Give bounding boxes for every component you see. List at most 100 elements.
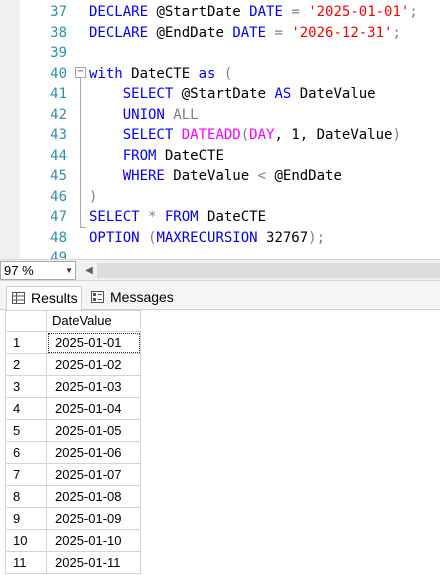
horizontal-scrollbar[interactable] (97, 263, 440, 278)
collapse-toggle-icon[interactable]: − (75, 67, 86, 78)
table-cell[interactable]: 2025-01-08 (47, 486, 141, 508)
arguments: , 1, DateValue (274, 127, 393, 143)
row-number[interactable]: 1 (5, 332, 47, 354)
row-number[interactable]: 3 (5, 376, 47, 398)
table-cell[interactable]: 2025-01-07 (47, 464, 141, 486)
code-line-38: DECLARE @EndDate DATE = '2026-12-31'; (89, 23, 401, 44)
table-row[interactable]: 9 2025-01-09 (5, 508, 141, 530)
table-cell[interactable]: 2025-01-01 (47, 332, 141, 354)
table-row[interactable]: 4 2025-01-04 (5, 398, 141, 420)
table-row[interactable]: 3 2025-01-03 (5, 376, 141, 398)
terminator: ; (316, 229, 326, 246)
table-row[interactable]: 1 2025-01-01 (5, 332, 141, 354)
string-literal: '2025-01-01' (308, 4, 410, 20)
table-row[interactable]: 6 2025-01-06 (5, 442, 141, 464)
datepart: DAY (249, 127, 275, 143)
row-number[interactable]: 2 (5, 354, 47, 376)
table-cell[interactable]: 2025-01-02 (47, 354, 141, 376)
results-tabbar: Results Messages (0, 281, 440, 310)
results-grid[interactable]: DateValue 1 2025-01-01 2 2025-01-02 3 2025-01… (0, 310, 440, 575)
table-row[interactable]: 10 2025-01-10 (5, 530, 141, 552)
messages-icon (91, 291, 104, 303)
table-cell[interactable]: 2025-01-06 (47, 442, 141, 464)
cte-name: DateCTE (122, 65, 199, 82)
fold-guide-end (80, 227, 86, 228)
keyword: UNION (122, 106, 165, 123)
code-line-41: SELECT @StartDate AS DateValue (89, 84, 376, 105)
keyword: DECLARE (89, 4, 149, 20)
line-number: 39 (50, 45, 67, 61)
table-cell[interactable]: 2025-01-09 (47, 508, 141, 530)
grid-corner[interactable] (5, 310, 47, 332)
keyword: SELECT (89, 209, 140, 225)
row-number[interactable]: 5 (5, 420, 47, 442)
keyword: DATE (232, 24, 267, 41)
zoom-dropdown[interactable]: 97 % ▼ (0, 261, 76, 280)
terminator: ; (392, 24, 401, 41)
scroll-left-icon[interactable]: ◀ (83, 263, 95, 278)
code-line-42: UNION ALL (89, 105, 199, 126)
paren: ( (139, 229, 157, 246)
query-editor[interactable]: 37 38 39 40 41 42 43 44 45 46 47 48 49 − DECLARE @St… (0, 0, 440, 259)
row-number[interactable]: 10 (5, 530, 47, 552)
column-name: DateValue (164, 168, 258, 184)
keyword: DATE (249, 4, 283, 20)
fold-guide (80, 68, 81, 228)
table-row[interactable]: 5 2025-01-05 (5, 420, 141, 442)
row-number[interactable]: 4 (5, 398, 47, 420)
number-literal: 32767 (257, 229, 309, 246)
editor-margin (0, 0, 20, 259)
keyword: with (89, 65, 123, 82)
chevron-down-icon[interactable]: ▼ (65, 262, 73, 279)
column-header-datevalue[interactable]: DateValue (47, 310, 141, 332)
code-line-44: FROM DateCTE (89, 146, 224, 167)
table-row[interactable]: 7 2025-01-07 (5, 464, 141, 486)
keyword: FROM (122, 147, 157, 164)
function-name: DATEADD (173, 127, 241, 143)
code-area[interactable]: DECLARE @StartDate DATE = '2025-01-01'; … (89, 0, 440, 259)
line-number: 38 (50, 24, 67, 41)
row-number[interactable]: 7 (5, 464, 47, 486)
line-number: 45 (50, 168, 67, 184)
line-number: 44 (50, 147, 67, 164)
keyword: OPTION (89, 229, 140, 246)
row-number[interactable]: 9 (5, 508, 47, 530)
code-line-46: ) (89, 187, 97, 208)
table-cell[interactable]: 2025-01-11 (47, 552, 141, 574)
line-number: 47 (50, 209, 67, 225)
row-number[interactable]: 11 (5, 552, 47, 574)
table-cell[interactable]: 2025-01-05 (47, 420, 141, 442)
table-row[interactable]: 2 2025-01-02 (5, 354, 141, 376)
tab-messages-label: Messages (110, 289, 174, 305)
row-number[interactable]: 8 (5, 486, 47, 508)
variable: @EndDate (148, 24, 233, 41)
code-line-40: with DateCTE as ( (89, 64, 232, 85)
operator: = (282, 4, 309, 20)
table-name: DateCTE (198, 209, 267, 225)
operator: ALL (164, 106, 199, 123)
table-name: DateCTE (156, 147, 224, 164)
tab-messages[interactable]: Messages (86, 286, 178, 310)
line-number-gutter: 37 38 39 40 41 42 43 44 45 46 47 48 49 (20, 0, 67, 259)
zoom-value: 97 % (4, 263, 34, 278)
table-row[interactable]: 11 2025-01-11 (5, 552, 141, 574)
table-cell[interactable]: 2025-01-10 (47, 530, 141, 552)
table-cell[interactable]: 2025-01-04 (47, 398, 141, 420)
table-row[interactable]: 8 2025-01-08 (5, 486, 141, 508)
code-line-48: OPTION (MAXRECURSION 32767); (89, 228, 325, 249)
operator: * (139, 209, 165, 225)
code-line-37: DECLARE @StartDate DATE = '2025-01-01'; (89, 2, 418, 23)
line-number: 37 (50, 4, 67, 20)
code-line-45: WHERE DateValue < @EndDate (89, 166, 342, 187)
tab-results[interactable]: Results (6, 286, 82, 310)
table-cell[interactable]: 2025-01-03 (47, 376, 141, 398)
operator: < (257, 168, 267, 184)
keyword: SELECT (122, 86, 174, 102)
line-number: 42 (50, 106, 67, 123)
line-number: 46 (50, 188, 67, 205)
row-number[interactable]: 6 (5, 442, 47, 464)
keyword: WHERE (122, 168, 165, 184)
